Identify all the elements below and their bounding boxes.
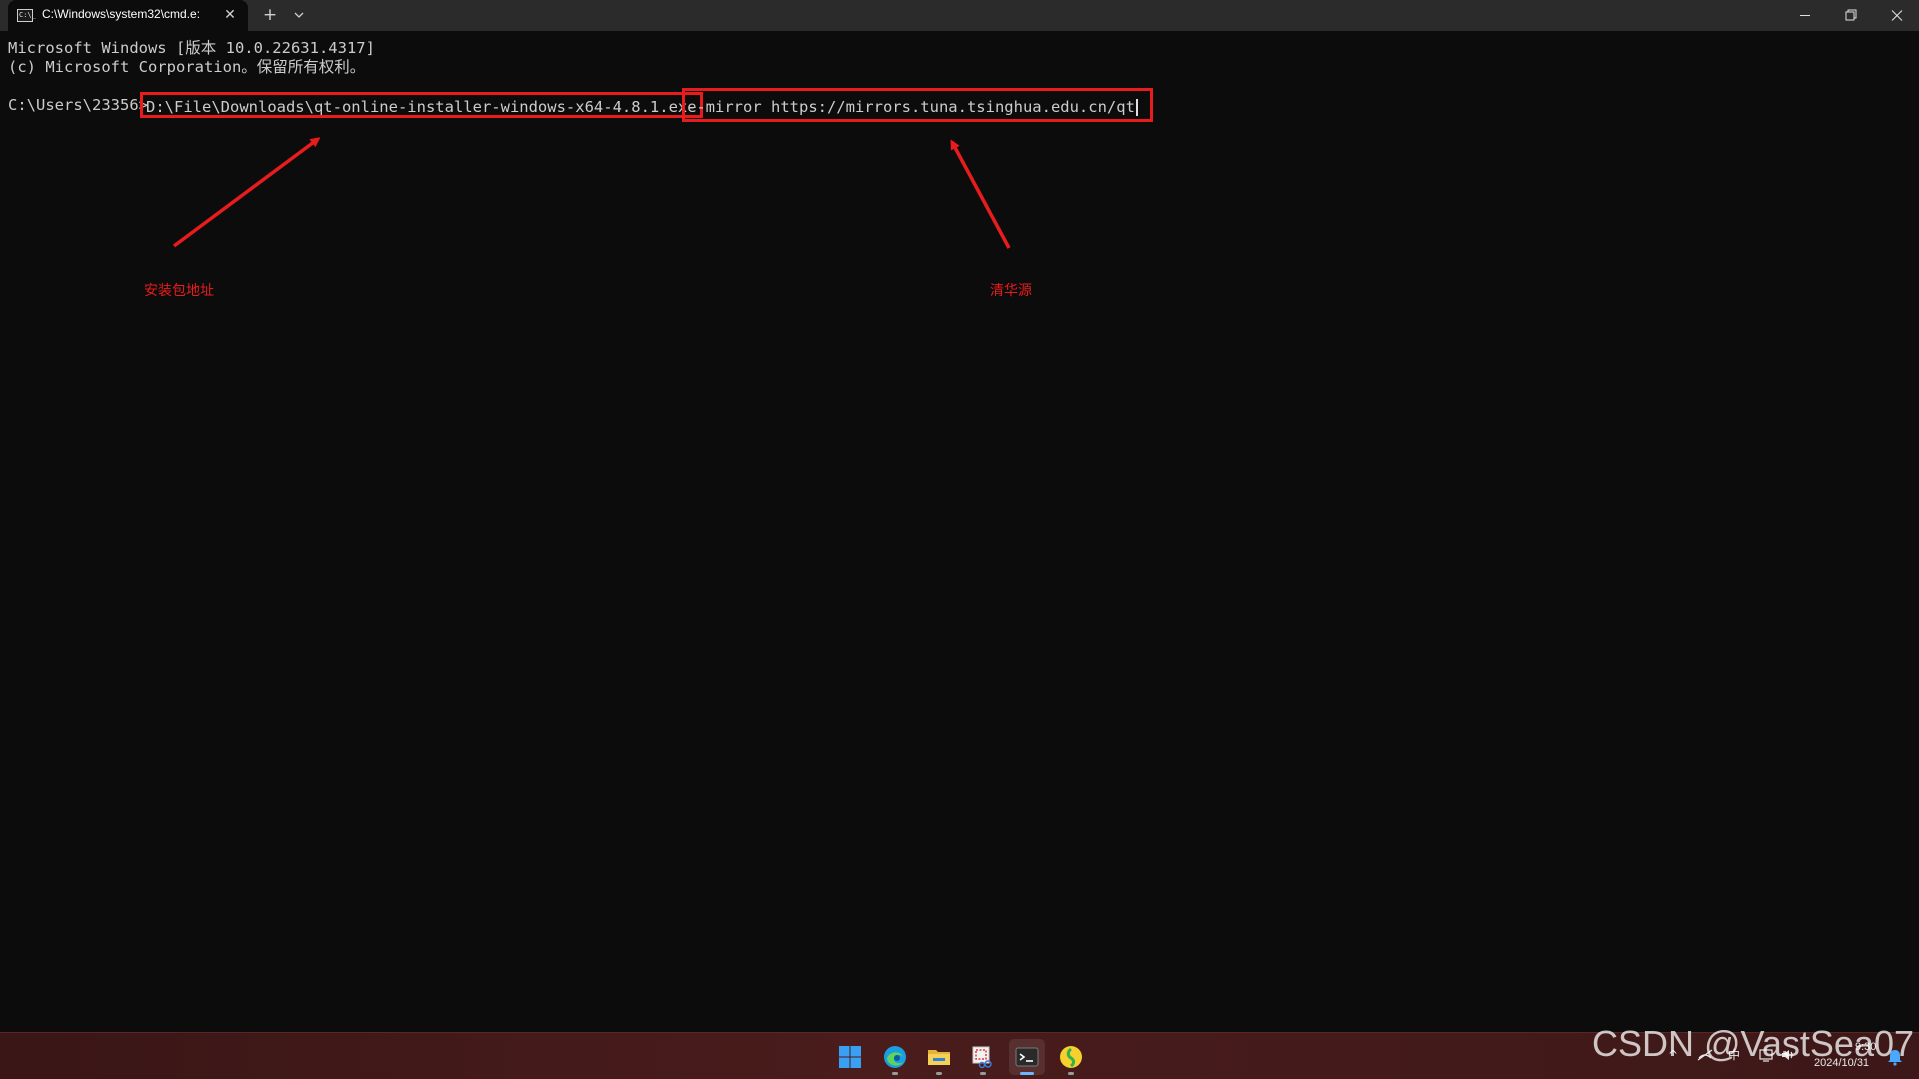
terminal-icon[interactable] (1009, 1039, 1045, 1075)
annotation-arrow-right (950, 139, 1011, 249)
qq-music-icon[interactable] (1053, 1039, 1089, 1075)
annotation-overlay (172, 137, 1011, 249)
active-indicator (1020, 1072, 1034, 1075)
running-indicator (892, 1072, 898, 1075)
cmd-icon: C:\_ (17, 9, 36, 22)
annotation-label-mirror: 清华源 (990, 283, 1032, 299)
close-window-button[interactable] (1874, 0, 1919, 31)
minimize-button[interactable] (1782, 0, 1828, 31)
annotation-label-installer: 安装包地址 (144, 283, 214, 299)
csdn-watermark: CSDN @VastSea07 (1592, 1023, 1915, 1064)
annotation-arrow-left (172, 137, 321, 248)
windows-start-icon[interactable] (832, 1039, 868, 1075)
file-explorer-icon[interactable] (921, 1039, 957, 1075)
running-indicator (980, 1072, 986, 1075)
close-tab-icon[interactable]: ✕ (220, 5, 240, 25)
title-bar: C:\_ C:\Windows\system32\cmd.e: ✕ + (0, 0, 1919, 31)
running-indicator (1068, 1072, 1074, 1075)
restore-button[interactable] (1828, 0, 1874, 31)
running-indicator (936, 1072, 942, 1075)
edge-icon[interactable] (877, 1039, 913, 1075)
chevron-down-icon[interactable] (288, 3, 310, 27)
tab-title: C:\Windows\system32\cmd.e: (42, 7, 201, 21)
tab-cmd[interactable]: C:\_ C:\Windows\system32\cmd.e: ✕ (8, 0, 248, 31)
terminal-area[interactable]: Microsoft Windows [版本 10.0.22631.4317] (… (0, 31, 1919, 1032)
new-tab-button[interactable]: + (258, 3, 282, 27)
snipping-tool-icon[interactable] (965, 1039, 1001, 1075)
